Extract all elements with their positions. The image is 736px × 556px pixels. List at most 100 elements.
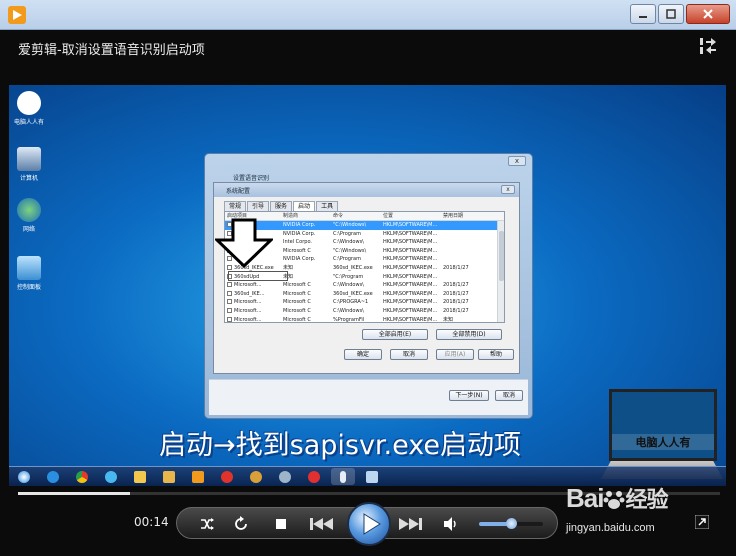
- taskbar-explorer[interactable]: [157, 468, 181, 485]
- taskbar-tool[interactable]: [244, 468, 268, 485]
- window-icon: [366, 470, 378, 483]
- taskbar-special[interactable]: [302, 468, 326, 485]
- startup-item-checkbox[interactable]: [227, 282, 232, 288]
- help-button[interactable]: 帮助: [478, 349, 514, 360]
- table-cell: C:\PROGRA~1: [331, 298, 381, 307]
- tab-services[interactable]: 服务: [270, 201, 293, 211]
- startup-item-checkbox[interactable]: [227, 307, 232, 313]
- table-row[interactable]: Microsoft... Microsoft C C:\PROGRA~1 HKLM\S…: [225, 298, 504, 307]
- maximize-button[interactable]: [658, 4, 684, 24]
- play-button[interactable]: [347, 502, 391, 546]
- cell-text: Microsoft...: [234, 282, 262, 289]
- media-player-icon: [192, 470, 204, 483]
- table-cell: 360sd_IKEC.exe: [331, 290, 381, 299]
- system-config-tabs: 常规 引导 服务 启动 工具: [224, 201, 339, 211]
- table-cell: HKLM\SOFTWARE\M...: [381, 230, 441, 239]
- window-title-bar[interactable]: [0, 0, 736, 30]
- inner-dialog-close-icon[interactable]: x: [501, 185, 515, 194]
- fullscreen-toggle-icon[interactable]: [700, 38, 718, 54]
- table-cell: NVIDIA Corp.: [281, 221, 331, 230]
- outer-dialog-close-icon[interactable]: x: [508, 156, 526, 166]
- outer-cancel-button[interactable]: 取消: [495, 390, 523, 401]
- cell-text: Microsoft C: [283, 307, 311, 314]
- playback-controls: [176, 502, 558, 546]
- column-command[interactable]: 命令: [331, 212, 381, 220]
- enable-all-button[interactable]: 全部启用(E): [362, 329, 428, 340]
- tab-boot[interactable]: 引导: [247, 201, 270, 211]
- next-button[interactable]: 下一步(N): [449, 390, 489, 401]
- taskbar-browser[interactable]: [99, 468, 123, 485]
- apply-button[interactable]: 应用(A): [436, 349, 474, 360]
- video-title: 爱剪辑-取消设置语音识别启动项: [18, 43, 205, 58]
- ok-button[interactable]: 确定: [344, 349, 382, 360]
- table-cell: Microsoft...: [225, 298, 281, 307]
- volume-slider[interactable]: [479, 518, 543, 529]
- table-cell: NVIDIA Corp.: [281, 255, 331, 264]
- taskbar-folder[interactable]: [128, 468, 152, 485]
- column-location[interactable]: 位置: [381, 212, 441, 220]
- startup-item-checkbox[interactable]: [227, 299, 232, 305]
- table-cell: NVIDIA Corp.: [281, 230, 331, 239]
- startup-item-checkbox[interactable]: [227, 316, 232, 322]
- table-row[interactable]: Microsoft... Microsoft C C:\Windows\ HKLM\S…: [225, 307, 504, 316]
- cell-text: Microsoft C: [283, 282, 311, 289]
- table-cell: 360sd_IKEC.exe: [331, 264, 381, 273]
- cell-text: HKLM\SOFTWARE\M...: [383, 222, 438, 228]
- repeat-button[interactable]: [233, 516, 249, 532]
- shuffle-button[interactable]: [199, 516, 215, 532]
- desktop-icon-network: 网络: [9, 198, 49, 233]
- table-cell: HKLM\SOFTWARE\M...: [381, 264, 441, 273]
- list-scrollbar[interactable]: [497, 221, 504, 322]
- baidu-logo: Bai 经验: [566, 482, 668, 514]
- next-track-button[interactable]: [397, 516, 423, 532]
- cell-text: 2018/1/27: [443, 307, 469, 314]
- previous-button[interactable]: [309, 516, 335, 532]
- column-manufacturer[interactable]: 制造商: [281, 212, 331, 220]
- taskbar-settings[interactable]: [273, 468, 297, 485]
- stop-button[interactable]: [275, 518, 287, 530]
- file-manager-icon: [163, 470, 175, 483]
- startup-item-checkbox[interactable]: [227, 290, 232, 296]
- tool-icon: [250, 470, 262, 483]
- table-row[interactable]: Microsoft... Microsoft C C:\Windows\ HKLM\S…: [225, 281, 504, 290]
- taskbar-window[interactable]: [360, 468, 384, 485]
- computer-icon: [17, 147, 41, 171]
- windows-orb-icon: [18, 470, 30, 483]
- table-row[interactable]: 360sd_IKE... Microsoft C 360sd_IKEC.exe HKL…: [225, 290, 504, 299]
- speech-setup-dialog: x 设置语音识别 系统配置 x 常规 引导 服务 启动 工具 启动项目 制造商 …: [204, 153, 533, 419]
- taskbar-chrome[interactable]: [70, 468, 94, 485]
- folder-icon: [134, 470, 146, 483]
- scroll-thumb[interactable]: [499, 231, 504, 281]
- table-cell: [441, 238, 499, 247]
- volume-knob[interactable]: [506, 518, 517, 529]
- taskbar-ie[interactable]: [41, 468, 65, 485]
- table-row[interactable]: Microsoft... Microsoft C %ProgramFil HKLM\S…: [225, 316, 504, 322]
- cell-text: C:\Program: [333, 256, 361, 263]
- cancel-button[interactable]: 取消: [390, 349, 428, 360]
- disable-all-button[interactable]: 全部禁用(D): [436, 329, 502, 340]
- start-button[interactable]: [12, 468, 36, 485]
- video-frame[interactable]: 电脑人人有 计算机 网络 控制面板 x 设置语音识别 系统配置 x 常规 引导 …: [9, 85, 726, 486]
- minimize-button[interactable]: [630, 4, 656, 24]
- table-cell: %ProgramFil: [331, 316, 381, 322]
- expand-icon[interactable]: [695, 515, 709, 529]
- selected-item-highlight: [228, 271, 288, 281]
- cell-text: NVIDIA Corp.: [283, 222, 316, 228]
- table-cell: Microsoft C: [281, 298, 331, 307]
- tab-startup[interactable]: 启动: [293, 201, 316, 211]
- column-disabled-date[interactable]: 禁用日期: [441, 212, 499, 220]
- paw-icon: [603, 491, 625, 509]
- baidu-watermark: Bai 经验 jingyan.baidu.com: [560, 476, 710, 546]
- taskbar-player[interactable]: [186, 468, 210, 485]
- cell-text: Microsoft...: [234, 299, 262, 306]
- minimize-icon: [639, 16, 647, 18]
- table-cell: C:\Windows\: [331, 307, 381, 316]
- close-button[interactable]: [686, 4, 730, 24]
- table-cell: [441, 255, 499, 264]
- mute-button[interactable]: [443, 516, 459, 532]
- taskbar-mic[interactable]: [331, 468, 355, 485]
- tab-general[interactable]: 常规: [224, 201, 247, 211]
- table-cell: Microsoft...: [225, 316, 281, 322]
- taskbar-app-p[interactable]: [215, 468, 239, 485]
- tab-tools[interactable]: 工具: [316, 201, 339, 211]
